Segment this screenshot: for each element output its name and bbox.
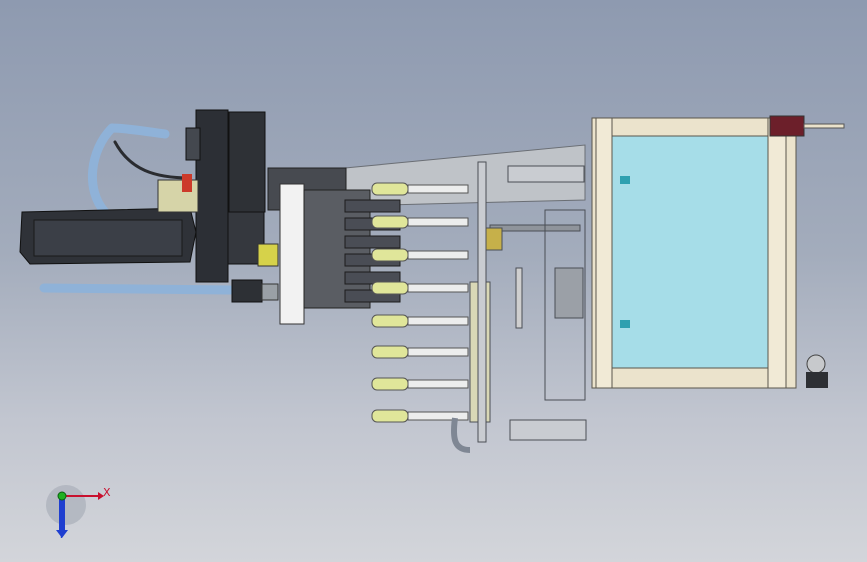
rail-assembly — [450, 161, 587, 453]
motor-assembly — [19, 109, 279, 303]
y-axis-label: Y — [58, 528, 65, 541]
assembly-drawing — [19, 109, 845, 538]
glass-frame — [591, 115, 845, 389]
cad-viewport[interactable]: X Y — [0, 0, 867, 562]
axis-triad — [46, 485, 104, 538]
x-axis-label: X — [103, 486, 111, 499]
